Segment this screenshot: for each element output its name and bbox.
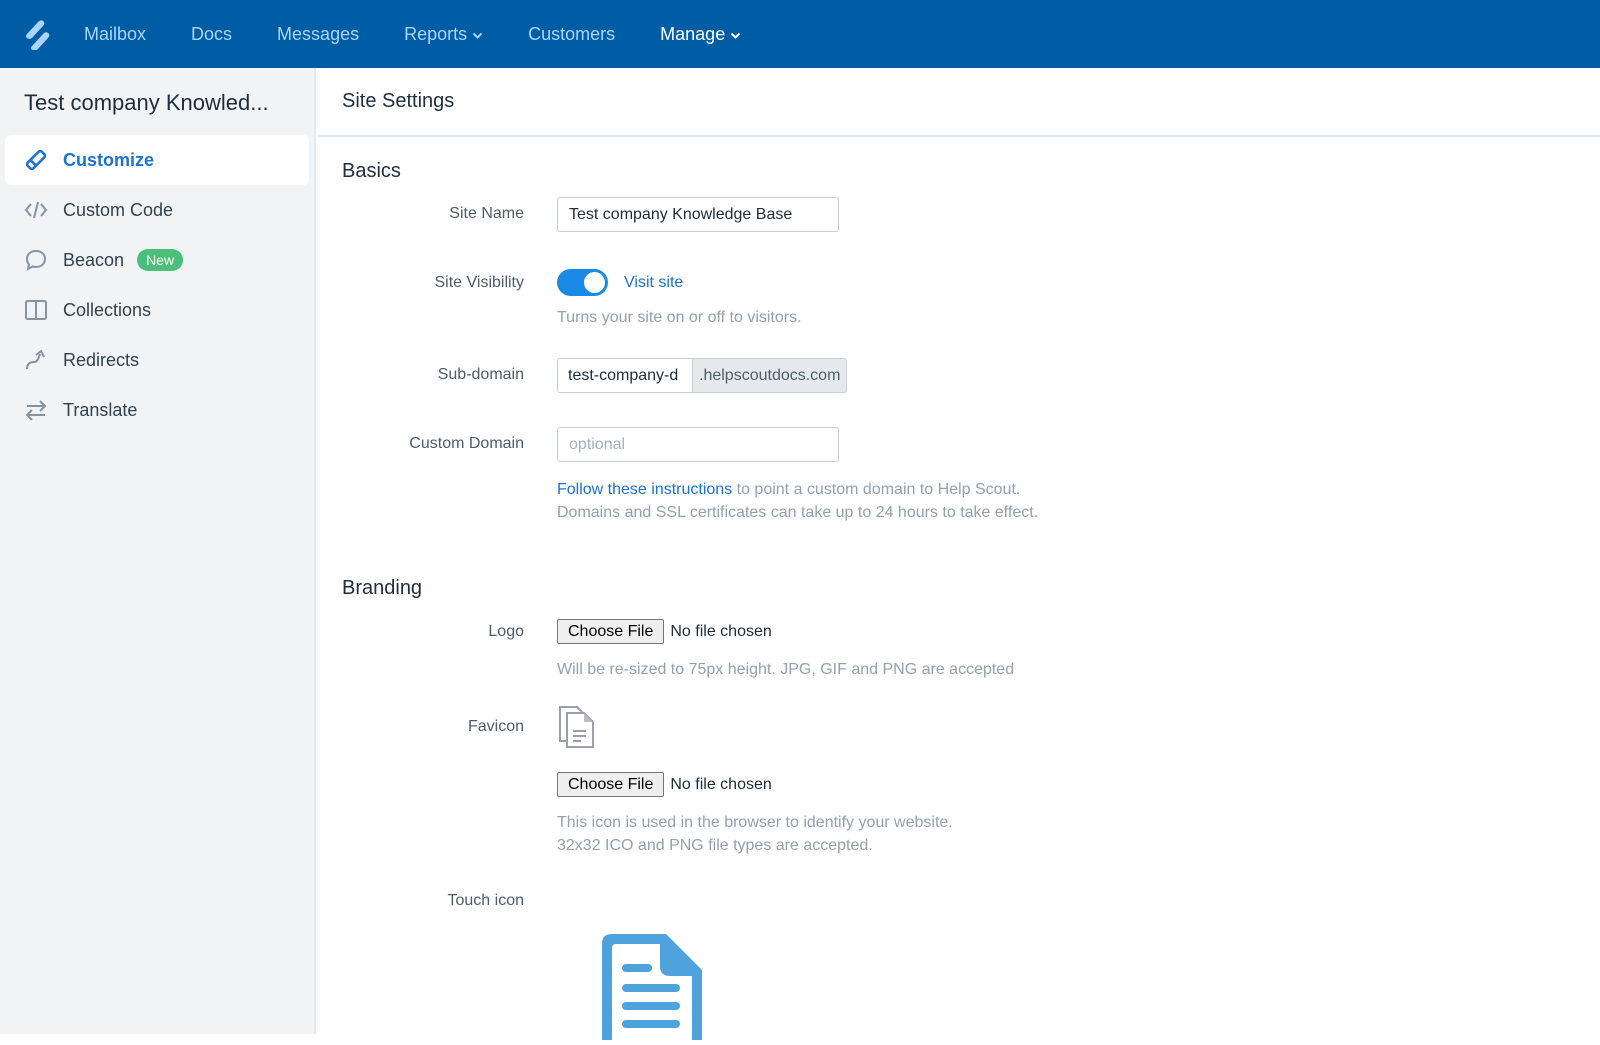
visit-site-link[interactable]: Visit site <box>624 274 683 292</box>
sidebar-item-label: Custom Code <box>63 199 174 220</box>
custom-domain-help-line2: Domains and SSL certificates can take up… <box>557 504 1039 521</box>
nav-mailbox[interactable]: Mailbox <box>84 24 146 45</box>
toggle-knob <box>584 272 605 293</box>
chevron-down-icon <box>730 24 741 45</box>
swap-arrows-icon <box>23 397 49 423</box>
favicon-help-line2: 32x32 ICO and PNG file types are accepte… <box>557 837 873 854</box>
chat-bubble-icon <box>23 247 49 273</box>
logo-file-input: Choose File No file chosen <box>557 619 772 644</box>
code-icon <box>23 197 49 223</box>
site-visibility-help: Turns your site on or off to visitors. <box>557 309 802 326</box>
sidebar-item-label: Translate <box>63 399 138 420</box>
touch-icon-label: Touch icon <box>447 892 525 909</box>
custom-domain-label: Custom Domain <box>409 435 524 452</box>
chevron-down-icon <box>472 24 483 45</box>
custom-domain-help: Follow these instructions to point a cus… <box>557 478 1038 524</box>
book-icon <box>23 297 49 323</box>
nav-docs[interactable]: Docs <box>191 24 232 45</box>
sidebar-item-beacon[interactable]: Beacon New <box>5 235 309 285</box>
basics-heading: Basics <box>342 160 401 182</box>
nav-messages-label: Messages <box>277 23 360 44</box>
nav-customers-label: Customers <box>528 23 616 44</box>
site-name-label: Site Name <box>449 205 524 222</box>
nav-manage[interactable]: Manage <box>660 24 741 45</box>
site-name-input[interactable] <box>557 197 839 232</box>
touch-icon-preview-icon <box>598 930 708 1045</box>
page-header: Site Settings <box>318 68 1600 137</box>
favicon-file-input: Choose File No file chosen <box>557 772 772 797</box>
nav-docs-label: Docs <box>191 23 233 44</box>
favicon-help: This icon is used in the browser to iden… <box>557 811 953 857</box>
sidebar: Test company Knowled... Customize Custom… <box>0 68 316 1034</box>
sub-domain-suffix: .helpscoutdocs.com <box>692 358 848 393</box>
logo-file-status: No file chosen <box>670 622 772 640</box>
custom-domain-input[interactable] <box>557 427 839 462</box>
site-title: Test company Knowled... <box>24 90 269 115</box>
main-content: Site Settings Basics Site Name Site Visi… <box>318 68 1600 1040</box>
help-scout-logo-icon[interactable] <box>20 16 56 52</box>
sub-domain-label: Sub-domain <box>437 366 524 383</box>
logo-label: Logo <box>488 623 524 640</box>
site-visibility-toggle[interactable] <box>557 269 608 296</box>
custom-domain-help-text: to point a custom domain to Help Scout. <box>732 481 1021 498</box>
follow-instructions-link[interactable]: Follow these instructions <box>557 481 732 498</box>
pencil-icon <box>23 147 49 173</box>
branding-heading: Branding <box>342 577 423 599</box>
sidebar-item-label: Beacon <box>63 249 125 270</box>
nav-messages[interactable]: Messages <box>277 24 359 45</box>
favicon-file-status: No file chosen <box>670 775 772 793</box>
favicon-choose-file-button[interactable]: Choose File <box>557 772 665 797</box>
sidebar-item-label: Redirects <box>63 349 140 370</box>
new-badge: New <box>137 249 184 271</box>
nav-customers[interactable]: Customers <box>528 24 615 45</box>
nav-reports-label: Reports <box>404 23 468 44</box>
nav-mailbox-label: Mailbox <box>84 23 147 44</box>
sidebar-item-customize[interactable]: Customize <box>5 135 309 185</box>
nav-reports[interactable]: Reports <box>404 24 483 45</box>
page-title: Site Settings <box>342 90 455 112</box>
sidebar-item-label: Collections <box>63 299 152 320</box>
sidebar-item-translate[interactable]: Translate <box>5 385 309 435</box>
top-navigation: Mailbox Docs Messages Reports Customers … <box>0 0 1600 68</box>
site-visibility-label: Site Visibility <box>434 274 524 291</box>
logo-help: Will be re-sized to 75px height. JPG, GI… <box>557 661 1015 678</box>
favicon-preview-icon <box>557 705 597 754</box>
sidebar-item-collections[interactable]: Collections <box>5 285 309 335</box>
redirect-arrow-icon <box>23 347 49 373</box>
sidebar-item-custom-code[interactable]: Custom Code <box>5 185 309 235</box>
sub-domain-input[interactable] <box>557 358 692 393</box>
favicon-label: Favicon <box>467 718 524 735</box>
sidebar-item-label: Customize <box>63 149 155 170</box>
favicon-help-line1: This icon is used in the browser to iden… <box>557 814 953 831</box>
sidebar-item-redirects[interactable]: Redirects <box>5 335 309 385</box>
logo-choose-file-button[interactable]: Choose File <box>557 619 665 644</box>
nav-manage-label: Manage <box>660 23 726 44</box>
